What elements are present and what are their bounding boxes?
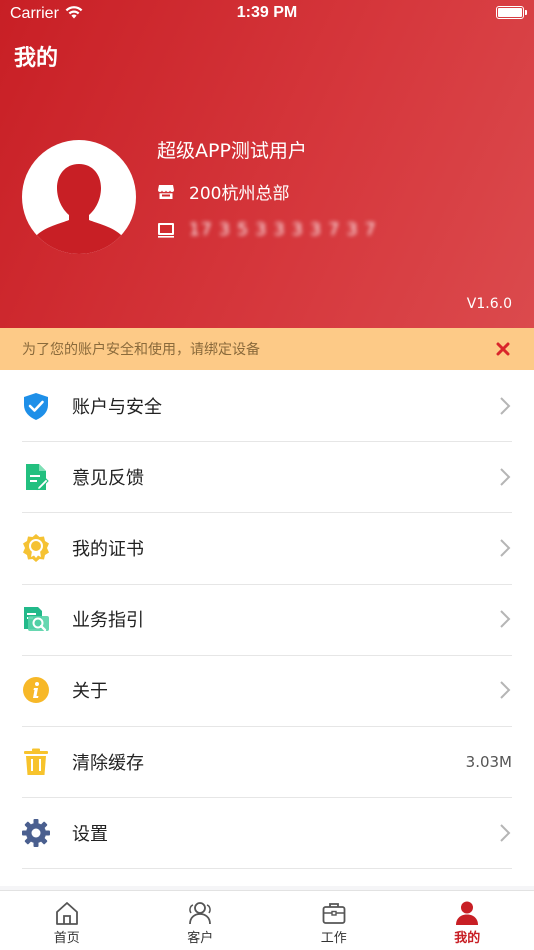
info-icon xyxy=(21,675,51,705)
close-icon[interactable] xyxy=(492,338,514,360)
avatar-silhouette-icon xyxy=(36,164,122,254)
shield-check-icon xyxy=(21,391,51,421)
store-icon xyxy=(158,184,174,199)
settings-menu: 账户与安全 意见反馈 我的证书 业务指引 关于 清除缓存 3.03M 设置 xyxy=(0,370,534,887)
status-bar: Carrier 1:39 PM xyxy=(0,0,534,28)
chevron-right-icon xyxy=(500,539,511,557)
phone-row: 17 3 5 3 3 3 3 7 3 7 xyxy=(157,220,377,240)
menu-item-clear-cache[interactable]: 清除缓存 3.03M xyxy=(0,725,534,797)
tab-label: 我的 xyxy=(454,931,481,946)
organization-label: 200杭州总部 xyxy=(189,184,290,204)
menu-item-label: 我的证书 xyxy=(72,538,144,560)
avatar[interactable] xyxy=(22,140,136,254)
menu-item-settings[interactable]: 设置 xyxy=(0,797,534,868)
menu-item-label: 账户与安全 xyxy=(72,396,162,418)
feedback-doc-icon xyxy=(21,462,51,492)
certificate-badge-icon xyxy=(21,533,51,563)
profile-header: Carrier 1:39 PM 我的 超级APP测试用户 200杭州总部 17 … xyxy=(0,0,534,328)
menu-item-label: 意见反馈 xyxy=(72,467,144,489)
customers-icon xyxy=(189,902,212,925)
tab-label: 首页 xyxy=(53,931,80,946)
menu-item-account-security[interactable]: 账户与安全 xyxy=(0,370,534,441)
chevron-right-icon xyxy=(500,396,511,415)
tab-label: 客户 xyxy=(187,931,214,946)
menu-item-about[interactable]: 关于 xyxy=(0,654,534,726)
chevron-right-icon xyxy=(500,610,511,628)
bind-device-notice[interactable]: 为了您的账户安全和使用，请绑定设备 xyxy=(0,328,534,370)
tab-label: 工作 xyxy=(320,931,347,946)
cache-size-value: 3.03M xyxy=(465,752,512,771)
menu-item-label: 清除缓存 xyxy=(72,752,144,774)
trash-icon xyxy=(21,747,51,777)
phone-number: 17 3 5 3 3 3 3 7 3 7 xyxy=(189,220,377,240)
status-time: 1:39 PM xyxy=(236,4,298,21)
tab-work[interactable]: 工作 xyxy=(267,891,401,950)
chevron-right-icon xyxy=(500,681,511,700)
briefcase-icon xyxy=(322,903,346,924)
page-title: 我的 xyxy=(14,46,59,71)
bottom-tab-bar: 首页 客户 工作 我的 xyxy=(0,890,534,950)
menu-item-label: 关于 xyxy=(72,681,108,703)
menu-item-business-guide[interactable]: 业务指引 xyxy=(0,583,534,655)
menu-item-certificate[interactable]: 我的证书 xyxy=(0,512,534,583)
menu-item-label: 设置 xyxy=(72,823,108,845)
chevron-right-icon xyxy=(500,468,511,486)
gear-icon xyxy=(21,818,51,848)
menu-item-label: 业务指引 xyxy=(72,610,144,632)
home-icon xyxy=(55,902,78,925)
guide-search-icon xyxy=(21,604,51,634)
notice-text: 为了您的账户安全和使用，请绑定设备 xyxy=(22,342,260,358)
user-name: 超级APP测试用户 xyxy=(157,140,307,162)
person-icon xyxy=(456,901,479,925)
tab-home[interactable]: 首页 xyxy=(0,891,134,950)
tab-customers[interactable]: 客户 xyxy=(134,891,268,950)
organization-row: 200杭州总部 xyxy=(157,179,289,204)
menu-divider xyxy=(22,868,512,886)
tab-mine[interactable]: 我的 xyxy=(401,891,534,950)
menu-item-feedback[interactable]: 意见反馈 xyxy=(0,441,534,512)
device-icon xyxy=(158,223,174,238)
app-version: V1.6.0 xyxy=(466,296,512,312)
chevron-right-icon xyxy=(500,824,511,842)
battery-icon xyxy=(496,6,527,19)
